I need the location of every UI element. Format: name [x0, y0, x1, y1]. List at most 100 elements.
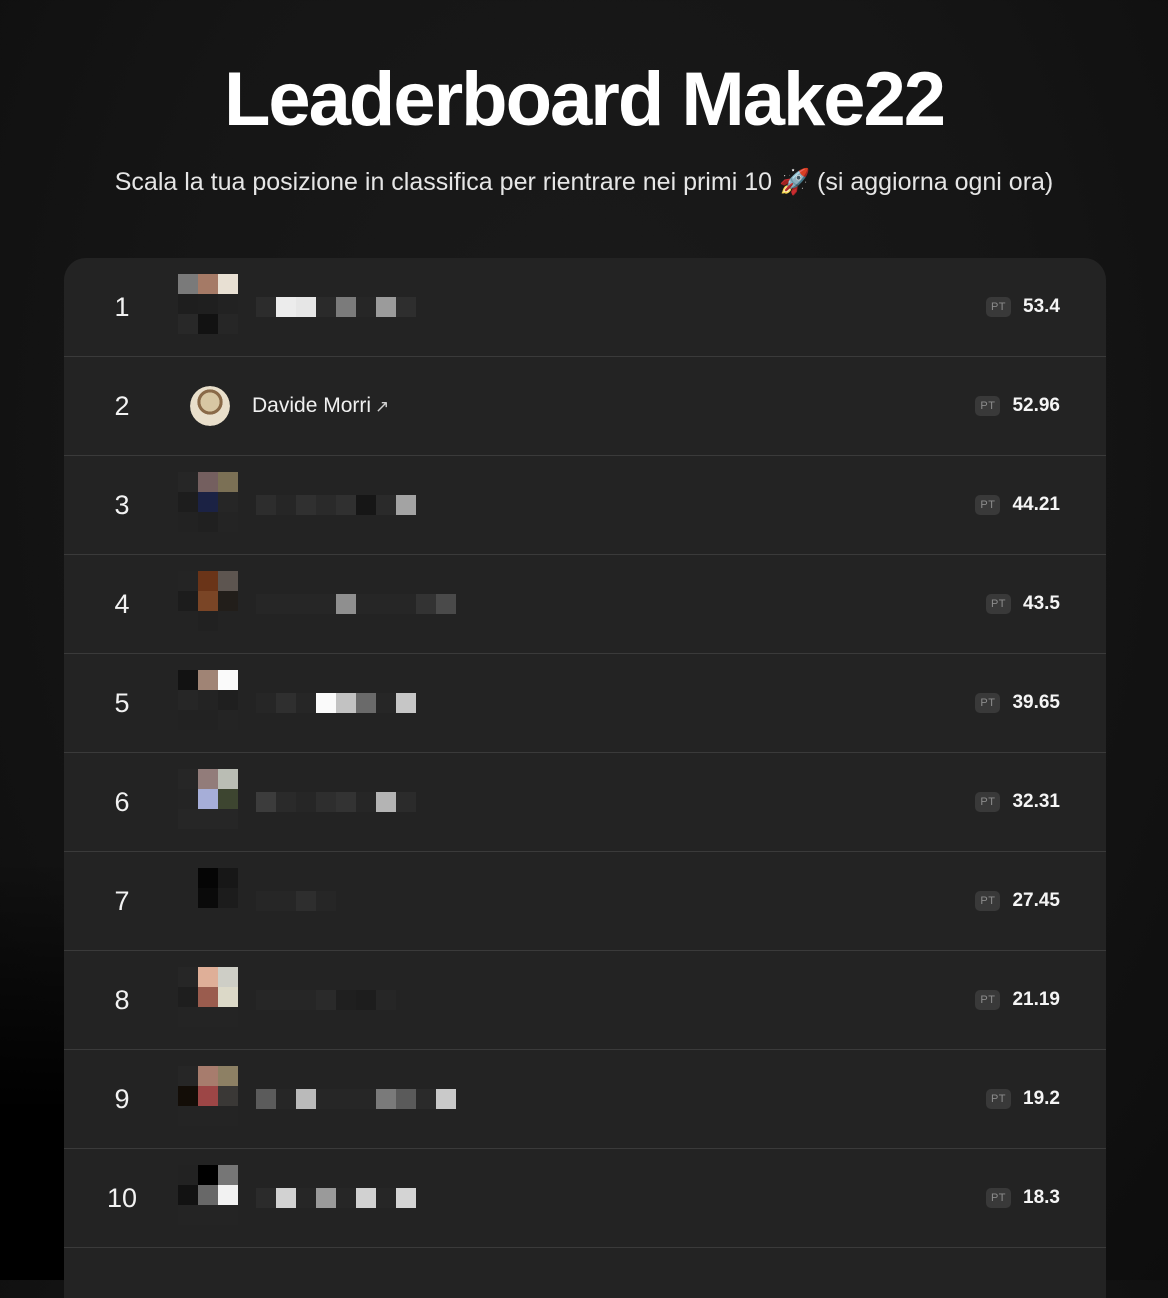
avatar-pixel [198, 492, 218, 512]
user-cell[interactable]: Davide Morri ↗ [178, 357, 389, 455]
avatar-pixel [218, 512, 238, 532]
avatar-pixel [198, 987, 218, 1007]
name-pixel [336, 495, 356, 515]
avatar-pixel [218, 294, 238, 314]
name-pixel [356, 792, 376, 812]
leaderboard-row[interactable]: 10 PT 18.3 [64, 1149, 1106, 1248]
score-value: 27.45 [1012, 890, 1060, 911]
user-cell[interactable] [178, 951, 456, 1049]
rank-number: 8 [114, 984, 130, 1015]
avatar-pixel [178, 809, 198, 829]
name-pixel [316, 1089, 336, 1109]
name-pixel [336, 792, 356, 812]
user-cell[interactable] [178, 1149, 456, 1247]
user-cell[interactable] [178, 1050, 456, 1148]
points-badge: PT [975, 792, 1001, 812]
avatar-pixel [198, 274, 218, 294]
user-name-link[interactable]: Davide Morri ↗ [252, 394, 389, 418]
score: PT 27.45 [975, 890, 1060, 912]
name-pixel [336, 297, 356, 317]
score-value: 52.96 [1012, 395, 1060, 416]
score-value: 18.3 [1023, 1187, 1060, 1208]
user-cell[interactable] [178, 456, 456, 554]
name-pixel [396, 1089, 416, 1109]
avatar-pixel [178, 967, 198, 987]
avatar-pixel [198, 472, 218, 492]
avatar-pixel [198, 512, 218, 532]
leaderboard-row[interactable]: 3 PT 44.21 [64, 456, 1106, 555]
name-pixel [336, 693, 356, 713]
avatar-pixel [198, 670, 218, 690]
user-cell[interactable] [178, 258, 456, 356]
avatar-pixelated [178, 670, 238, 730]
score: PT 19.2 [985, 1088, 1060, 1110]
name-pixel [276, 297, 296, 317]
name-pixel [296, 297, 316, 317]
name-pixel [316, 594, 336, 614]
name-pixel [396, 297, 416, 317]
avatar-pixel [218, 809, 238, 829]
avatar-pixel [198, 868, 218, 888]
avatar-pixel [178, 512, 198, 532]
name-pixel [296, 792, 316, 812]
avatar-pixel [178, 1185, 198, 1205]
name-pixel [336, 1089, 356, 1109]
name-pixel [256, 990, 276, 1010]
name-pixel [396, 1188, 416, 1208]
points-badge: PT [975, 990, 1001, 1010]
name-pixel [276, 495, 296, 515]
score: PT 52.96 [975, 395, 1060, 417]
name-pixel [316, 495, 336, 515]
leaderboard-row[interactable]: 8 PT 21.19 [64, 951, 1106, 1050]
name-pixel [316, 1188, 336, 1208]
user-cell[interactable] [178, 654, 456, 752]
avatar-pixel [218, 1185, 238, 1205]
name-pixel [376, 495, 396, 515]
avatar-image [190, 386, 230, 426]
avatar-pixel [178, 1066, 198, 1086]
rank-number: 4 [114, 588, 130, 619]
user-cell[interactable] [178, 852, 456, 950]
user-name-pixelated [256, 683, 456, 723]
avatar-pixel [178, 888, 198, 908]
score-value: 53.4 [1023, 296, 1060, 317]
leaderboard-row[interactable]: 5 PT 39.65 [64, 654, 1106, 753]
leaderboard-row[interactable]: 2 Davide Morri ↗ PT 52.96 [64, 357, 1106, 456]
avatar-pixel [218, 670, 238, 690]
avatar-pixel [198, 1086, 218, 1106]
user-cell[interactable] [178, 753, 456, 851]
avatar-pixel [198, 1066, 218, 1086]
leaderboard-row[interactable]: 1 PT 53.4 [64, 258, 1106, 357]
page-subtitle: Scala la tua posizione in classifica per… [114, 168, 1054, 196]
name-pixel [396, 495, 416, 515]
avatar-pixel [198, 1185, 218, 1205]
avatar-pixel [178, 769, 198, 789]
name-pixel [316, 990, 336, 1010]
name-pixel [396, 594, 416, 614]
page-title: Leaderboard Make22 [223, 57, 946, 142]
user-name-pixelated [256, 584, 456, 624]
name-pixel [256, 594, 276, 614]
points-badge: PT [985, 1188, 1012, 1208]
score: PT 32.31 [975, 791, 1060, 813]
user-cell[interactable] [178, 555, 456, 653]
avatar-pixel [198, 1205, 218, 1225]
name-pixel [416, 1089, 436, 1109]
leaderboard-row[interactable]: 7 PT 27.45 [64, 852, 1106, 951]
name-pixel [356, 594, 376, 614]
name-pixel [336, 594, 356, 614]
avatar-pixelated [178, 274, 238, 334]
leaderboard-row[interactable]: 4 PT 43.5 [64, 555, 1106, 654]
points-badge: PT [975, 495, 1001, 515]
leaderboard-row[interactable]: 6 PT 32.31 [64, 753, 1106, 852]
avatar-pixel [198, 1165, 218, 1185]
avatar-pixel [218, 472, 238, 492]
rank-number: 5 [114, 687, 130, 718]
name-pixel [376, 1089, 396, 1109]
name-pixel [376, 693, 396, 713]
score: PT 44.21 [975, 494, 1060, 516]
leaderboard-row[interactable]: 9 PT 19.2 [64, 1050, 1106, 1149]
avatar-pixel [198, 809, 218, 829]
avatar-pixel [198, 769, 218, 789]
score-value: 43.5 [1023, 593, 1060, 614]
